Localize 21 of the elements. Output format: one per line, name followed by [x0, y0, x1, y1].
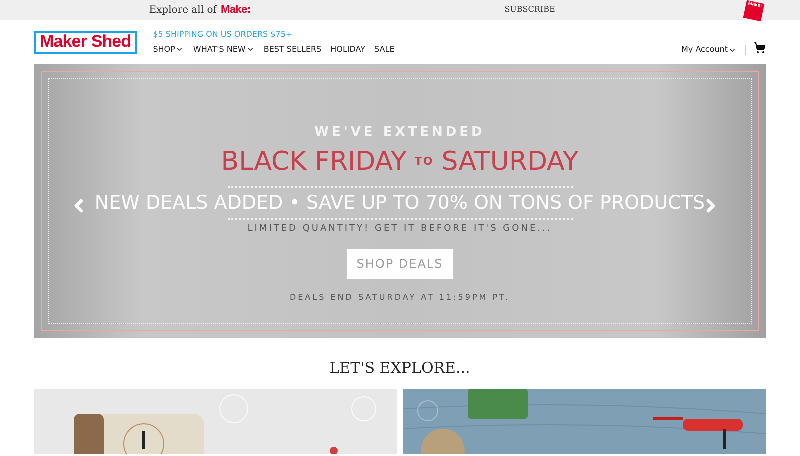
- nav-link[interactable]: BEST SELLERS: [264, 44, 322, 56]
- deals-end-text: DEALS END SATURDAY AT 11:59PM PT.: [290, 292, 510, 304]
- account-link[interactable]: My Account: [682, 44, 737, 56]
- nav-link[interactable]: SHOP: [153, 44, 184, 56]
- shipping-promo: $5 SHIPPING ON US ORDERS $75+: [153, 28, 294, 40]
- deals-text: NEW DEALS ADDED • SAVE UP TO 70% ON TONS OF PRODUCTS: [94, 190, 706, 216]
- limited-text: LIMITED QUANTITY! GET IT BEFORE IT'S GONE...: [248, 223, 552, 236]
- nav-link[interactable]: SALE: [374, 44, 395, 56]
- nav-link[interactable]: HOLIDAY: [330, 44, 366, 56]
- chevron-down-icon: [175, 45, 184, 54]
- chevron-down-icon: [246, 45, 255, 54]
- cart-icon[interactable]: [754, 42, 766, 54]
- logo[interactable]: Maker Shed: [34, 30, 138, 54]
- headline-text: SATURDAY: [442, 146, 579, 178]
- headline-to: TO: [414, 154, 434, 170]
- explore-text: Explore all of: [149, 4, 217, 18]
- section-title: LET'S EXPLORE...: [330, 358, 470, 379]
- subscribe-link[interactable]: SUBSCRIBE: [504, 4, 556, 16]
- make-link[interactable]: Make:: [220, 2, 251, 18]
- nav-link[interactable]: WHAT'S NEW: [193, 44, 255, 56]
- headline-text: BLACK FRIDAY: [221, 146, 407, 178]
